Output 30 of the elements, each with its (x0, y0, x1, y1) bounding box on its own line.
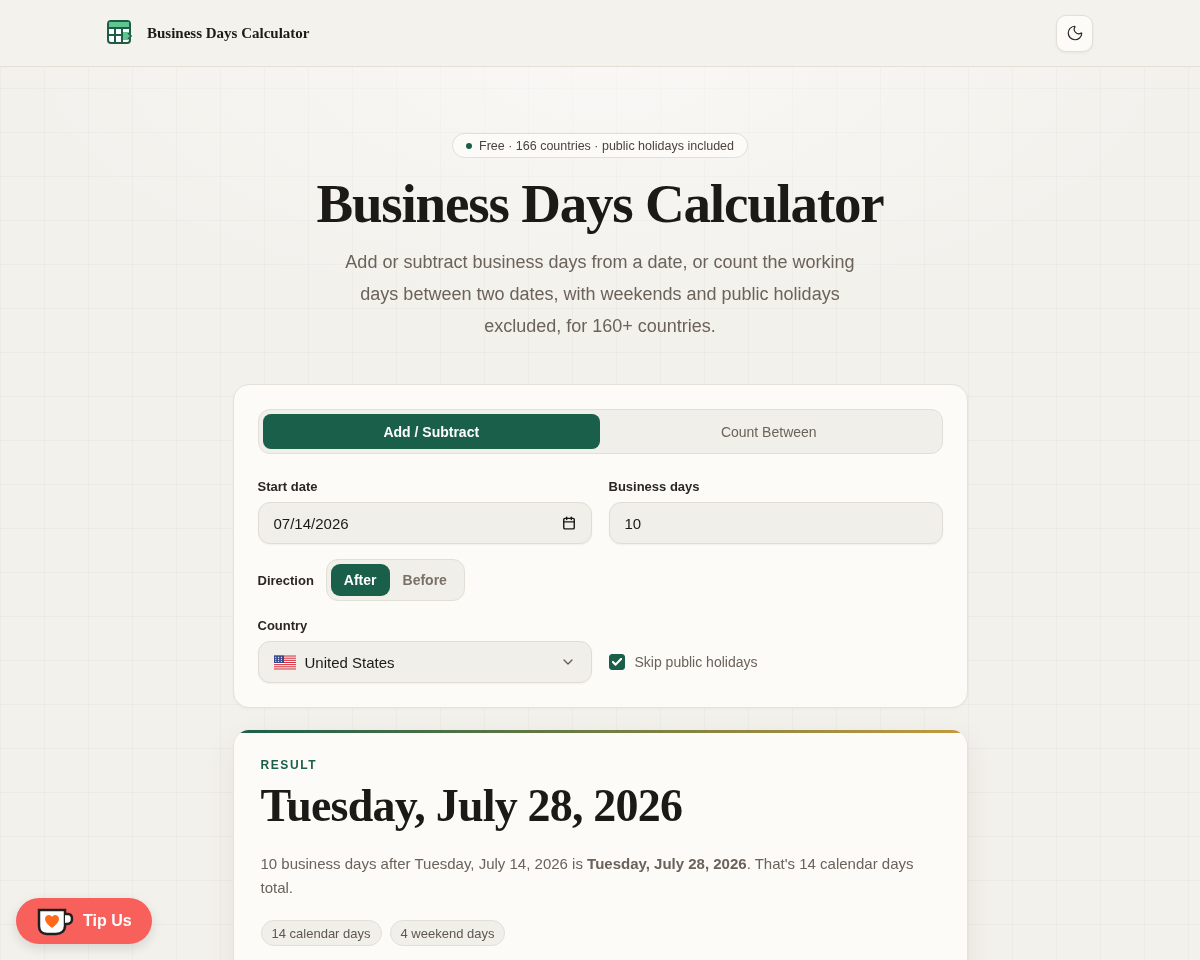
mode-tab[interactable]: Add / Subtract (262, 414, 600, 449)
direction-option[interactable]: Before (389, 564, 460, 596)
site-title: Business Days Calculator (147, 24, 310, 42)
checkbox[interactable] (608, 654, 625, 670)
coffee-cup-heart-icon (36, 906, 74, 936)
result-summary: 10 business days after Tuesday, July 14, 2026 is Tuesday, July 28, 2026. That's 14 calendar days total. (260, 854, 915, 898)
field-label: Business days (608, 479, 701, 494)
checkbox-label[interactable]: Skip public holidays (634, 654, 758, 670)
mode-tab[interactable]: Count Between (600, 414, 938, 449)
spreadsheet-logo-icon (107, 20, 133, 46)
page-subtitle: Add or subtract business days from a date, or count the working days between two dates, with weekends and public holidays excluded, for 160+ countries. (344, 251, 856, 338)
field-label: Country (257, 618, 309, 633)
number-input[interactable]: 10 (608, 502, 943, 544)
page-title: Business Days Calculator (316, 172, 884, 236)
field-label: Start date (257, 479, 319, 494)
country-select[interactable]: United States (257, 641, 592, 683)
calendar-icon[interactable] (561, 516, 576, 530)
result-date: Tuesday, July 28, 2026 (260, 779, 684, 833)
theme-toggle-button[interactable] (1056, 14, 1093, 52)
stat-chip: 14 calendar days (260, 920, 382, 946)
field-label: Direction (257, 572, 314, 588)
date-input[interactable]: 07/14/2026 (257, 502, 592, 544)
badge-text: Free · 166 countries · public holidays included (479, 138, 734, 153)
status-dot-icon (466, 142, 472, 149)
direction-option[interactable]: After (330, 564, 390, 596)
stat-chip: 4 weekend days (389, 920, 506, 946)
moon-icon (1065, 24, 1084, 42)
result-label: RESULT (260, 758, 319, 772)
check-icon (611, 658, 622, 666)
us-flag-icon (273, 654, 296, 670)
